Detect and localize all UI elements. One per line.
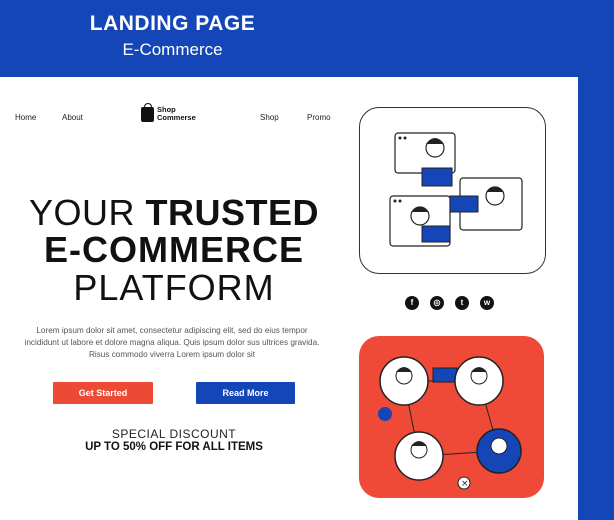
hero-description: Lorem ipsum dolor sit amet, consectetur … [24, 326, 320, 359]
hero-heading-line-3: PLATFORM [73, 267, 275, 308]
get-started-button[interactable]: Get Started [53, 382, 153, 404]
hero-bold: TRUSTED [145, 192, 319, 233]
landing-page: Home About Shop Promo Shop Commerse YOUR… [0, 77, 578, 520]
svg-text:×: × [461, 479, 469, 489]
banner-title: LANDING PAGE [89, 12, 256, 35]
hero-heading-line-1: YOUR TRUSTED [0, 195, 348, 231]
nav-about[interactable]: About [62, 113, 83, 122]
twitter-icon[interactable]: t [455, 296, 469, 310]
site-logo[interactable]: Shop Commerse [141, 102, 196, 122]
nav-shop[interactable]: Shop [260, 113, 279, 122]
hero-heading-line-2: E-COMMERCE [44, 229, 304, 270]
banner-subtitle: E-Commerce [122, 40, 223, 59]
nav-promo[interactable]: Promo [307, 113, 331, 122]
logo-line-2: Commerse [157, 113, 196, 122]
nav-home[interactable]: Home [15, 113, 36, 122]
shopping-bag-icon [141, 102, 154, 122]
illustration-network: × [359, 336, 544, 498]
illustration-video-call [359, 107, 546, 274]
whatsapp-icon[interactable]: w [480, 296, 494, 310]
facebook-icon[interactable]: f [405, 296, 419, 310]
social-links: f ◎ t w [405, 296, 494, 310]
discount-offer: UP TO 50% OFF FOR ALL ITEMS [85, 441, 263, 453]
read-more-button[interactable]: Read More [196, 382, 295, 404]
discount-label: SPECIAL DISCOUNT [111, 427, 237, 441]
hero-light: YOUR [28, 192, 146, 233]
instagram-icon[interactable]: ◎ [430, 296, 444, 310]
